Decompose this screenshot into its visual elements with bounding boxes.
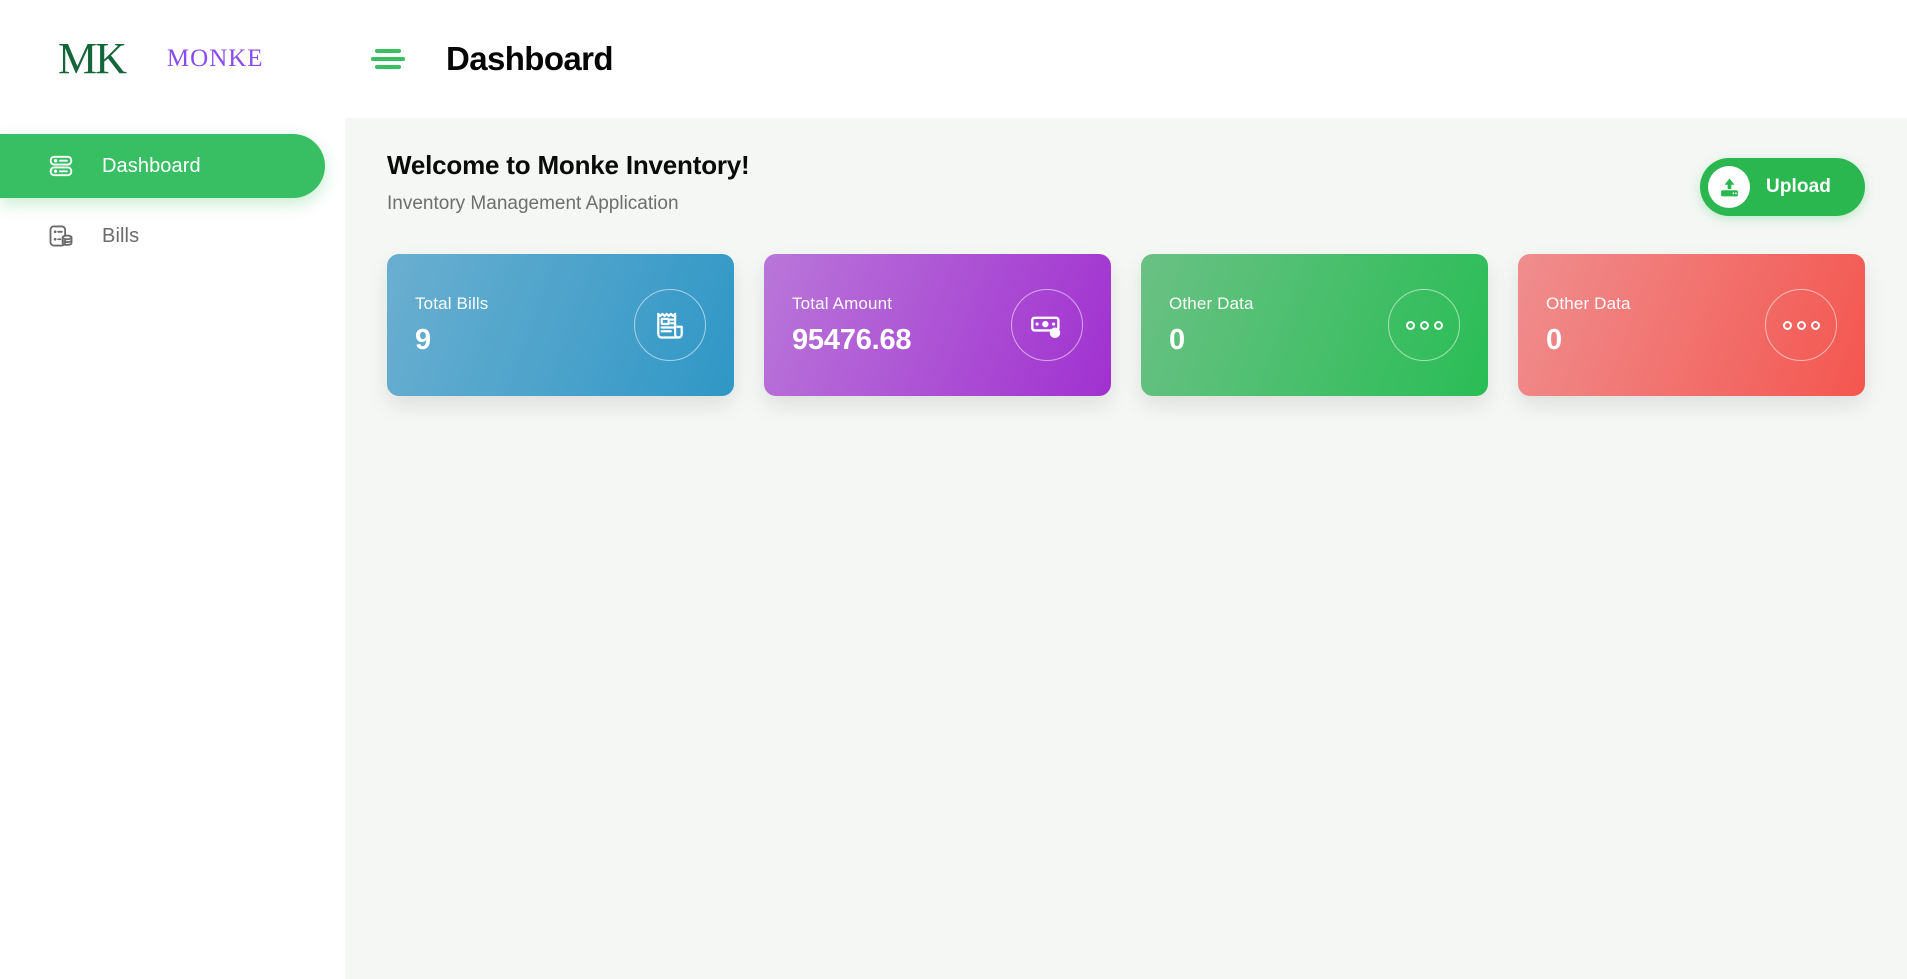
ellipsis-dot <box>1405 320 1415 330</box>
brand-name: MONKE <box>166 45 264 72</box>
brand-area[interactable]: MK MONKE <box>0 0 345 118</box>
sidebar-item-label: Dashboard <box>102 154 201 177</box>
stat-card-other-data-green[interactable]: Other Data 0 <box>1141 254 1488 396</box>
receipt-icon <box>634 289 706 361</box>
stat-card-label: Total Bills <box>415 293 489 313</box>
stat-card-value: 9 <box>415 323 431 356</box>
logo-mark: MK <box>58 34 127 83</box>
stat-card-text: Other Data 0 <box>1546 294 1631 357</box>
hamburger-bar-bottom <box>375 65 401 69</box>
ellipsis-icon <box>1765 289 1837 361</box>
welcome-text-block: Welcome to Monke Inventory! Inventory Ma… <box>387 150 750 215</box>
sidebar-item-label: Bills <box>102 224 140 247</box>
stat-card-value: 0 <box>1169 323 1185 356</box>
ellipsis-dots <box>1405 320 1443 330</box>
stat-card-total-amount[interactable]: Total Amount 95476.68 <box>764 254 1111 396</box>
stat-card-label: Other Data <box>1546 293 1631 313</box>
ellipsis-dot <box>1782 320 1792 330</box>
welcome-row: Welcome to Monke Inventory! Inventory Ma… <box>387 150 1865 216</box>
ellipsis-dot <box>1796 320 1806 330</box>
stat-card-value: 0 <box>1546 323 1562 356</box>
upload-icon <box>1708 166 1750 208</box>
stat-card-label: Other Data <box>1169 293 1254 313</box>
money-icon <box>1011 289 1083 361</box>
page-title: Dashboard <box>446 40 614 77</box>
stat-card-text: Other Data 0 <box>1169 294 1254 357</box>
welcome-title: Welcome to Monke Inventory! <box>387 150 750 180</box>
ellipsis-icon <box>1388 289 1460 361</box>
server-list-icon <box>48 153 74 179</box>
stat-card-value: 95476.68 <box>792 323 912 356</box>
upload-button[interactable]: Upload <box>1700 158 1865 216</box>
welcome-subtitle: Inventory Management Application <box>387 193 679 214</box>
ellipsis-dots <box>1782 320 1820 330</box>
hamburger-bar-middle <box>371 57 405 61</box>
ellipsis-dot <box>1419 320 1429 330</box>
top-bar-right: Dashboard <box>345 0 614 118</box>
top-bar: MK MONKE Dashboard <box>0 0 1907 118</box>
stat-card-text: Total Bills 9 <box>415 294 488 357</box>
hamburger-icon[interactable] <box>371 46 405 72</box>
ellipsis-dot <box>1810 320 1820 330</box>
stat-card-total-bills[interactable]: Total Bills 9 <box>387 254 734 396</box>
upload-button-label: Upload <box>1766 176 1831 197</box>
bills-database-icon <box>48 223 74 249</box>
stat-card-text: Total Amount 95476.68 <box>792 293 912 357</box>
sidebar-item-dashboard[interactable]: Dashboard <box>0 134 325 198</box>
sidebar-item-bills[interactable]: Bills <box>0 204 325 268</box>
stat-cards-row: Total Bills 9 Total Amount 95476.68 Othe… <box>387 254 1865 396</box>
sidebar: Dashboard Bills <box>0 118 345 979</box>
app-root: MK MONKE Dashboard Dashboard Bills Welco… <box>0 0 1907 979</box>
ellipsis-dot <box>1433 320 1443 330</box>
hamburger-bar-top <box>375 49 401 53</box>
stat-card-label: Total Amount <box>792 293 893 313</box>
stat-card-other-data-red[interactable]: Other Data 0 <box>1518 254 1865 396</box>
main-content: Welcome to Monke Inventory! Inventory Ma… <box>345 118 1907 979</box>
